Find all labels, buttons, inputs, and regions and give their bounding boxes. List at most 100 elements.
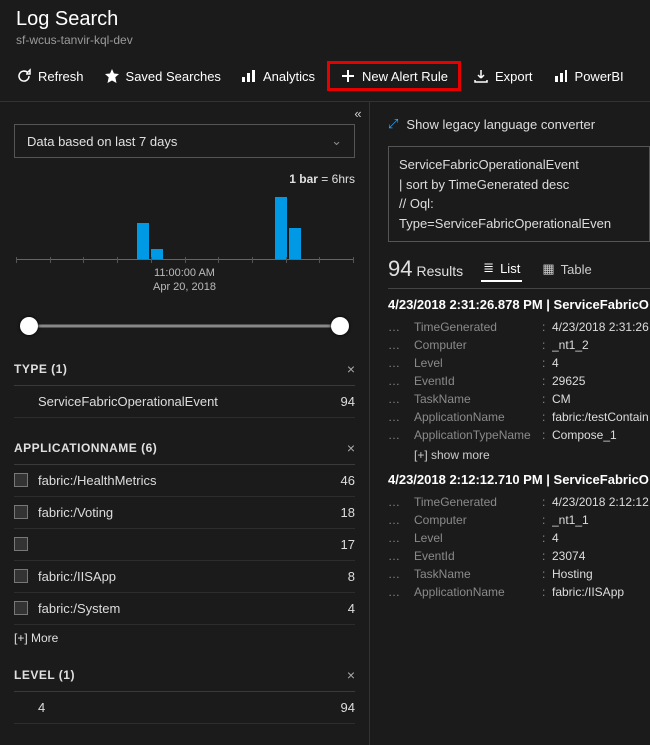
- field-menu-icon[interactable]: …: [388, 320, 414, 334]
- checkbox[interactable]: [14, 569, 28, 583]
- record-header[interactable]: 4/23/2018 2:12:12.710 PM | ServiceFabric…: [388, 472, 650, 487]
- query-box[interactable]: ServiceFabricOperationalEvent | sort by …: [388, 146, 650, 242]
- facet-row[interactable]: ServiceFabricOperationalEvent94: [14, 386, 355, 418]
- analytics-icon: [241, 68, 257, 84]
- bar-scale-label: 1 bar = 6hrs: [14, 172, 355, 186]
- new-alert-rule-button[interactable]: New Alert Rule: [327, 61, 461, 91]
- field-menu-icon[interactable]: …: [388, 585, 414, 599]
- field-value: fabric:/testContain: [552, 410, 650, 424]
- plus-icon: [340, 68, 356, 84]
- field-value: fabric:/IISApp: [552, 585, 650, 599]
- facet-close-icon[interactable]: ×: [347, 440, 355, 456]
- analytics-button[interactable]: Analytics: [233, 63, 323, 89]
- query-line: | sort by TimeGenerated desc: [399, 175, 639, 195]
- field-menu-icon[interactable]: …: [388, 567, 414, 581]
- checkbox[interactable]: [14, 473, 28, 487]
- analytics-label: Analytics: [263, 69, 315, 84]
- field-key: Level: [414, 356, 542, 370]
- export-icon: [473, 68, 489, 84]
- result-count: 94Results: [388, 256, 463, 282]
- time-range-dropdown[interactable]: Data based on last 7 days ⌄: [14, 124, 355, 158]
- field-value: 4: [552, 356, 650, 370]
- page-title: Log Search: [16, 8, 634, 31]
- workspace-subtitle: sf-wcus-tanvir-kql-dev: [16, 33, 634, 47]
- facet-value-label: fabric:/HealthMetrics: [38, 473, 341, 488]
- record-field: …ApplicationTypeName:Compose_1: [388, 426, 650, 444]
- slider-track: [22, 324, 347, 327]
- field-value: _nt1_2: [552, 338, 650, 352]
- query-line: // Oql: Type=ServiceFabricOperationalEve…: [399, 194, 639, 233]
- toolbar: Refresh Saved Searches Analytics New Ale…: [0, 51, 650, 102]
- view-list-tab[interactable]: ≣ List: [481, 256, 522, 282]
- facet-close-icon[interactable]: ×: [347, 667, 355, 683]
- histogram-chart[interactable]: [16, 190, 353, 260]
- facet-row[interactable]: fabric:/IISApp8: [14, 561, 355, 593]
- histogram-bar[interactable]: [289, 228, 301, 259]
- show-legacy-converter[interactable]: ⤢ Show legacy language converter: [388, 116, 650, 132]
- field-menu-icon[interactable]: …: [388, 531, 414, 545]
- facet-value-label: fabric:/Voting: [38, 505, 341, 520]
- facet-row[interactable]: fabric:/Voting18: [14, 497, 355, 529]
- powerbi-label: PowerBI: [575, 69, 624, 84]
- facet-row[interactable]: fabric:/HealthMetrics46: [14, 465, 355, 497]
- record-show-more[interactable]: [+] show more: [414, 448, 650, 462]
- facet-close-icon[interactable]: ×: [347, 361, 355, 377]
- field-menu-icon[interactable]: …: [388, 513, 414, 527]
- facet-row[interactable]: 17: [14, 529, 355, 561]
- field-key: EventId: [414, 549, 542, 563]
- slider-thumb-end[interactable]: [331, 317, 349, 335]
- saved-searches-button[interactable]: Saved Searches: [96, 63, 229, 89]
- histogram-bar[interactable]: [151, 249, 163, 259]
- record-header[interactable]: 4/23/2018 2:31:26.878 PM | ServiceFabric…: [388, 297, 650, 312]
- refresh-icon: [16, 68, 32, 84]
- record-field: …TaskName:Hosting: [388, 565, 650, 583]
- facet-row[interactable]: fabric:/System4: [14, 593, 355, 625]
- result-record: 4/23/2018 2:12:12.710 PM | ServiceFabric…: [388, 472, 650, 601]
- field-value: 4/23/2018 2:31:26: [552, 320, 650, 334]
- time-slider[interactable]: [16, 313, 353, 339]
- export-button[interactable]: Export: [465, 63, 541, 89]
- record-field: …ApplicationName:fabric:/testContain: [388, 408, 650, 426]
- facet-more[interactable]: [+] More: [14, 631, 355, 645]
- powerbi-button[interactable]: PowerBI: [545, 63, 632, 89]
- collapse-left-icon[interactable]: «: [349, 104, 367, 122]
- query-line: ServiceFabricOperationalEvent: [399, 155, 639, 175]
- field-menu-icon[interactable]: …: [388, 428, 414, 442]
- field-key: TaskName: [414, 392, 542, 406]
- field-menu-icon[interactable]: …: [388, 356, 414, 370]
- record-field: …ApplicationName:fabric:/IISApp: [388, 583, 650, 601]
- field-key: ApplicationName: [414, 410, 542, 424]
- field-key: TimeGenerated: [414, 320, 542, 334]
- table-icon: ▦: [542, 261, 554, 277]
- field-menu-icon[interactable]: …: [388, 410, 414, 424]
- chevron-expand-icon: ⤢: [388, 116, 398, 132]
- facet-row[interactable]: 494: [14, 692, 355, 724]
- axis-label: 11:00:00 AM Apr 20, 2018: [14, 266, 355, 295]
- star-icon: [104, 68, 120, 84]
- field-key: Computer: [414, 338, 542, 352]
- field-value: _nt1_1: [552, 513, 650, 527]
- field-key: ApplicationName: [414, 585, 542, 599]
- saved-searches-label: Saved Searches: [126, 69, 221, 84]
- left-panel: « Data based on last 7 days ⌄ 1 bar = 6h…: [0, 102, 370, 745]
- slider-thumb-start[interactable]: [20, 317, 38, 335]
- checkbox[interactable]: [14, 601, 28, 615]
- checkbox[interactable]: [14, 505, 28, 519]
- field-value: Hosting: [552, 567, 650, 581]
- facet-value-count: 46: [341, 473, 355, 488]
- record-field: …Computer:_nt1_1: [388, 511, 650, 529]
- histogram-bar[interactable]: [137, 223, 149, 259]
- field-key: Computer: [414, 513, 542, 527]
- facet-value-label: fabric:/System: [38, 601, 348, 616]
- view-table-tab[interactable]: ▦ Table: [540, 257, 593, 281]
- refresh-button[interactable]: Refresh: [8, 63, 92, 89]
- field-menu-icon[interactable]: …: [388, 495, 414, 509]
- checkbox[interactable]: [14, 537, 28, 551]
- record-field: …EventId:23074: [388, 547, 650, 565]
- field-key: ApplicationTypeName: [414, 428, 542, 442]
- field-menu-icon[interactable]: …: [388, 549, 414, 563]
- histogram-bar[interactable]: [275, 197, 287, 259]
- field-menu-icon[interactable]: …: [388, 338, 414, 352]
- field-menu-icon[interactable]: …: [388, 374, 414, 388]
- field-menu-icon[interactable]: …: [388, 392, 414, 406]
